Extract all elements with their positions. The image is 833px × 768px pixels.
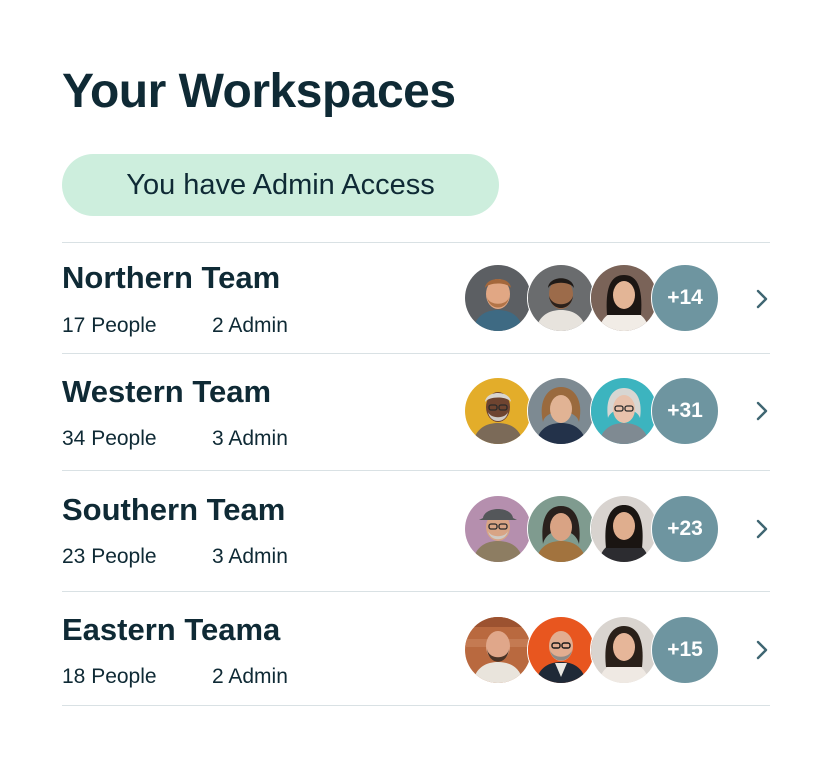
people-count: 23 People xyxy=(62,545,157,568)
avatar xyxy=(527,495,595,563)
workspace-list: Northern Team 17 People 2 Admin +14 West… xyxy=(62,242,770,706)
avatar xyxy=(590,495,658,563)
workspace-row-western[interactable]: Western Team 34 People 3 Admin +31 xyxy=(62,354,770,470)
avatar xyxy=(527,616,595,684)
more-members-count[interactable]: +23 xyxy=(651,495,719,563)
avatar xyxy=(464,616,532,684)
people-count: 17 People xyxy=(62,314,157,337)
chevron-right-icon[interactable] xyxy=(755,400,769,422)
avatar xyxy=(464,377,532,445)
team-name: Northern Team xyxy=(62,260,281,295)
avatar xyxy=(464,495,532,563)
more-members-count[interactable]: +14 xyxy=(651,264,719,332)
avatar xyxy=(590,616,658,684)
admin-access-badge: You have Admin Access xyxy=(62,154,499,216)
admin-count: 3 Admin xyxy=(212,427,288,450)
avatar xyxy=(590,264,658,332)
people-count: 18 People xyxy=(62,665,157,688)
team-meta: 34 People 3 Admin xyxy=(62,426,288,452)
member-avatars[interactable]: +15 xyxy=(464,616,719,684)
avatar xyxy=(527,377,595,445)
chevron-right-icon[interactable] xyxy=(755,518,769,540)
people-count: 34 People xyxy=(62,427,157,450)
team-meta: 17 People 2 Admin xyxy=(62,313,288,339)
page-title: Your Workspaces xyxy=(62,65,456,118)
admin-count: 2 Admin xyxy=(212,665,288,688)
workspace-row-northern[interactable]: Northern Team 17 People 2 Admin +14 xyxy=(62,243,770,353)
member-avatars[interactable]: +23 xyxy=(464,495,719,563)
team-name: Southern Team xyxy=(62,492,286,527)
avatar xyxy=(590,377,658,445)
team-name: Eastern Teama xyxy=(62,612,281,647)
divider xyxy=(62,705,770,706)
member-avatars[interactable]: +31 xyxy=(464,377,719,445)
chevron-right-icon[interactable] xyxy=(755,639,769,661)
team-meta: 23 People 3 Admin xyxy=(62,544,288,570)
admin-count: 2 Admin xyxy=(212,314,288,337)
team-meta: 18 People 2 Admin xyxy=(62,664,288,690)
team-name: Western Team xyxy=(62,374,272,409)
admin-count: 3 Admin xyxy=(212,545,288,568)
workspace-row-eastern[interactable]: Eastern Teama 18 People 2 Admin +15 xyxy=(62,592,770,705)
more-members-count[interactable]: +31 xyxy=(651,377,719,445)
chevron-right-icon[interactable] xyxy=(755,288,769,310)
avatar xyxy=(464,264,532,332)
member-avatars[interactable]: +14 xyxy=(464,264,719,332)
avatar xyxy=(527,264,595,332)
more-members-count[interactable]: +15 xyxy=(651,616,719,684)
workspace-row-southern[interactable]: Southern Team 23 People 3 Admin +23 xyxy=(62,471,770,591)
